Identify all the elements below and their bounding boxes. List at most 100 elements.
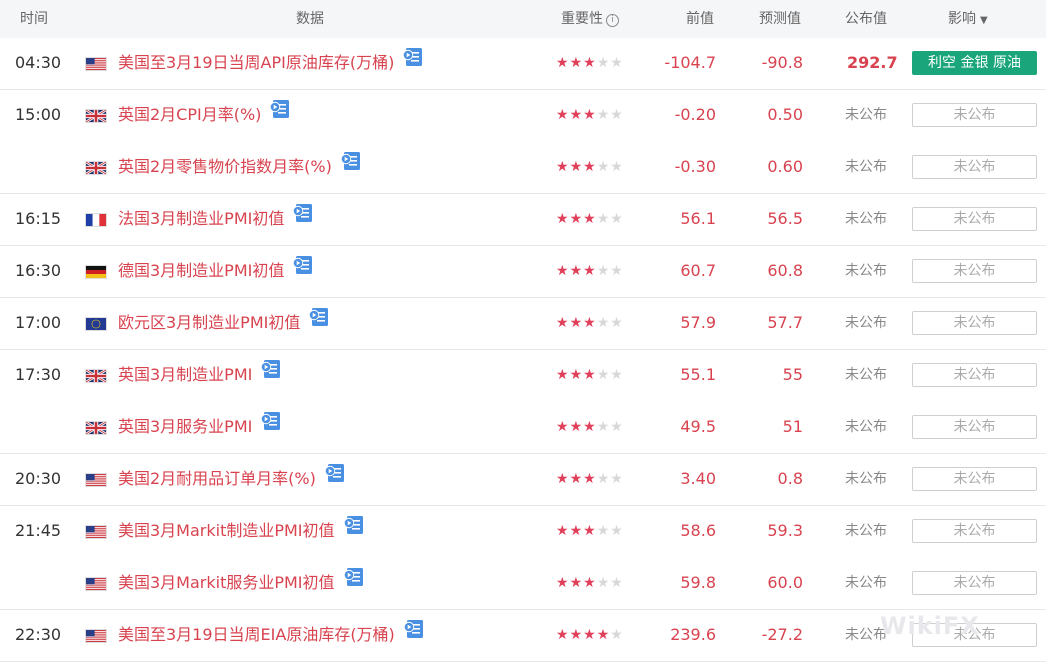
star-icon: ★ (610, 315, 624, 331)
star-icon: ★ (596, 107, 611, 123)
event-title: 德国3月制造业PMI初值 (118, 261, 285, 280)
star-icon: ★ (610, 471, 624, 487)
event-title-link[interactable]: 法国3月制造业PMI初值 (118, 194, 314, 244)
event-title-link[interactable]: 英国2月CPI月率(%) (118, 90, 291, 140)
event-detail-icon[interactable] (403, 609, 425, 659)
impact-badge[interactable]: 未公布 (912, 623, 1037, 647)
event-title: 英国3月制造业PMI (118, 365, 253, 384)
star-icon: ★ (596, 367, 611, 383)
event-detail-icon[interactable] (340, 141, 362, 191)
table-row: 17:00 欧元区3月制造业PMI初值 ★★★★★ 57.9 57.7 未公布 未公布 (0, 298, 1046, 350)
star-icon: ★ (610, 55, 624, 71)
impact-badge[interactable]: 未公布 (912, 571, 1037, 595)
impact-badge[interactable]: 利空 金银 原油 (912, 51, 1037, 75)
impact-badge[interactable]: 未公布 (912, 415, 1037, 439)
forecast-value: -90.8 (761, 53, 803, 72)
star-icon: ★ (556, 55, 570, 71)
star-icon: ★ (556, 159, 570, 175)
star-icon: ★ (596, 159, 611, 175)
event-title-link[interactable]: 欧元区3月制造业PMI初值 (118, 298, 330, 348)
impact-badge[interactable]: 未公布 (912, 519, 1037, 543)
event-title: 英国2月CPI月率(%) (118, 105, 262, 124)
star-icon: ★ (569, 159, 584, 175)
forecast-value: 0.50 (767, 105, 803, 124)
event-title-link[interactable]: 英国2月零售物价指数月率(%) (118, 142, 362, 192)
star-icon: ★ (556, 523, 570, 539)
us-flag-icon (85, 473, 107, 487)
event-time: 22:30 (15, 625, 62, 644)
event-detail-icon[interactable] (260, 401, 282, 451)
star-icon: ★ (556, 627, 570, 643)
star-icon: ★ (610, 523, 624, 539)
table-row: 04:30 美国至3月19日当周API原油库存(万桶) ★★★★★ -104.7 -90… (0, 38, 1046, 90)
header-impact-dropdown[interactable]: 影响 ▼ (948, 0, 988, 38)
forecast-value: -27.2 (761, 625, 803, 644)
event-title-link[interactable]: 美国2月耐用品订单月率(%) (118, 454, 346, 504)
star-icon: ★ (610, 107, 624, 123)
star-icon: ★ (583, 419, 597, 435)
impact-badge[interactable]: 未公布 (912, 467, 1037, 491)
france-flag-icon (85, 213, 107, 227)
event-detail-icon[interactable] (269, 89, 291, 139)
event-title-link[interactable]: 美国3月Markit服务业PMI初值 (118, 558, 365, 608)
event-title-link[interactable]: 美国至3月19日当周API原油库存(万桶) (118, 38, 424, 88)
actual-value: 未公布 (845, 315, 887, 331)
table-row: 16:15 法国3月制造业PMI初值 ★★★★★ 56.1 56.5 未公布 未公布 (0, 194, 1046, 246)
event-title: 美国至3月19日当周EIA原油库存(万桶) (118, 625, 395, 644)
event-detail-icon[interactable] (260, 349, 282, 399)
event-title-link[interactable]: 德国3月制造业PMI初值 (118, 246, 314, 296)
impact-badge[interactable]: 未公布 (912, 311, 1037, 335)
impact-badge[interactable]: 未公布 (912, 103, 1037, 127)
table-row: 英国2月零售物价指数月率(%) ★★★★★ -0.30 0.60 未公布 未公布 (0, 142, 1046, 194)
event-detail-icon[interactable] (402, 37, 424, 87)
event-time: 21:45 (15, 521, 62, 540)
star-icon: ★ (610, 575, 624, 591)
star-icon: ★ (569, 627, 584, 643)
previous-value: -0.20 (674, 105, 716, 124)
event-detail-icon[interactable] (292, 193, 314, 243)
us-flag-icon (85, 577, 107, 591)
importance-stars: ★★★★★ (556, 38, 624, 88)
event-title-link[interactable]: 英国3月服务业PMI (118, 402, 282, 452)
star-icon: ★ (583, 55, 597, 71)
star-icon: ★ (596, 315, 611, 331)
event-time: 17:00 (15, 313, 62, 332)
event-detail-icon[interactable] (292, 245, 314, 295)
impact-badge[interactable]: 未公布 (912, 363, 1037, 387)
event-detail-icon[interactable] (343, 557, 365, 607)
star-icon: ★ (583, 471, 597, 487)
event-title-link[interactable]: 美国3月Markit制造业PMI初值 (118, 506, 365, 556)
star-icon: ★ (569, 55, 584, 71)
event-detail-icon[interactable] (308, 297, 330, 347)
event-title: 美国至3月19日当周API原油库存(万桶) (118, 53, 395, 72)
star-icon: ★ (583, 211, 597, 227)
importance-stars: ★★★★★ (556, 194, 624, 244)
info-icon[interactable]: i (606, 14, 619, 27)
impact-badge[interactable]: 未公布 (912, 207, 1037, 231)
event-detail-icon[interactable] (324, 453, 346, 503)
impact-badge[interactable]: 未公布 (912, 259, 1037, 283)
star-icon: ★ (610, 159, 624, 175)
event-time: 17:30 (15, 365, 62, 384)
star-icon: ★ (569, 575, 584, 591)
event-title-link[interactable]: 美国至3月19日当周EIA原油库存(万桶) (118, 610, 425, 660)
forecast-value: 51 (782, 417, 803, 436)
previous-value: 59.8 (680, 573, 716, 592)
star-icon: ★ (596, 55, 611, 71)
impact-badge[interactable]: 未公布 (912, 155, 1037, 179)
importance-stars: ★★★★★ (556, 90, 624, 140)
event-title: 法国3月制造业PMI初值 (118, 209, 285, 228)
uk-flag-icon (85, 109, 107, 123)
star-icon: ★ (583, 263, 597, 279)
actual-value: 未公布 (845, 575, 887, 591)
uk-flag-icon (85, 369, 107, 383)
star-icon: ★ (610, 367, 624, 383)
event-detail-icon[interactable] (343, 505, 365, 555)
actual-value: 未公布 (845, 419, 887, 435)
star-icon: ★ (583, 107, 597, 123)
forecast-value: 57.7 (767, 313, 803, 332)
event-title-link[interactable]: 英国3月制造业PMI (118, 350, 282, 400)
previous-value: 49.5 (680, 417, 716, 436)
header-impact-label: 影响 (948, 11, 976, 27)
header-actual: 公布值 (845, 11, 887, 27)
